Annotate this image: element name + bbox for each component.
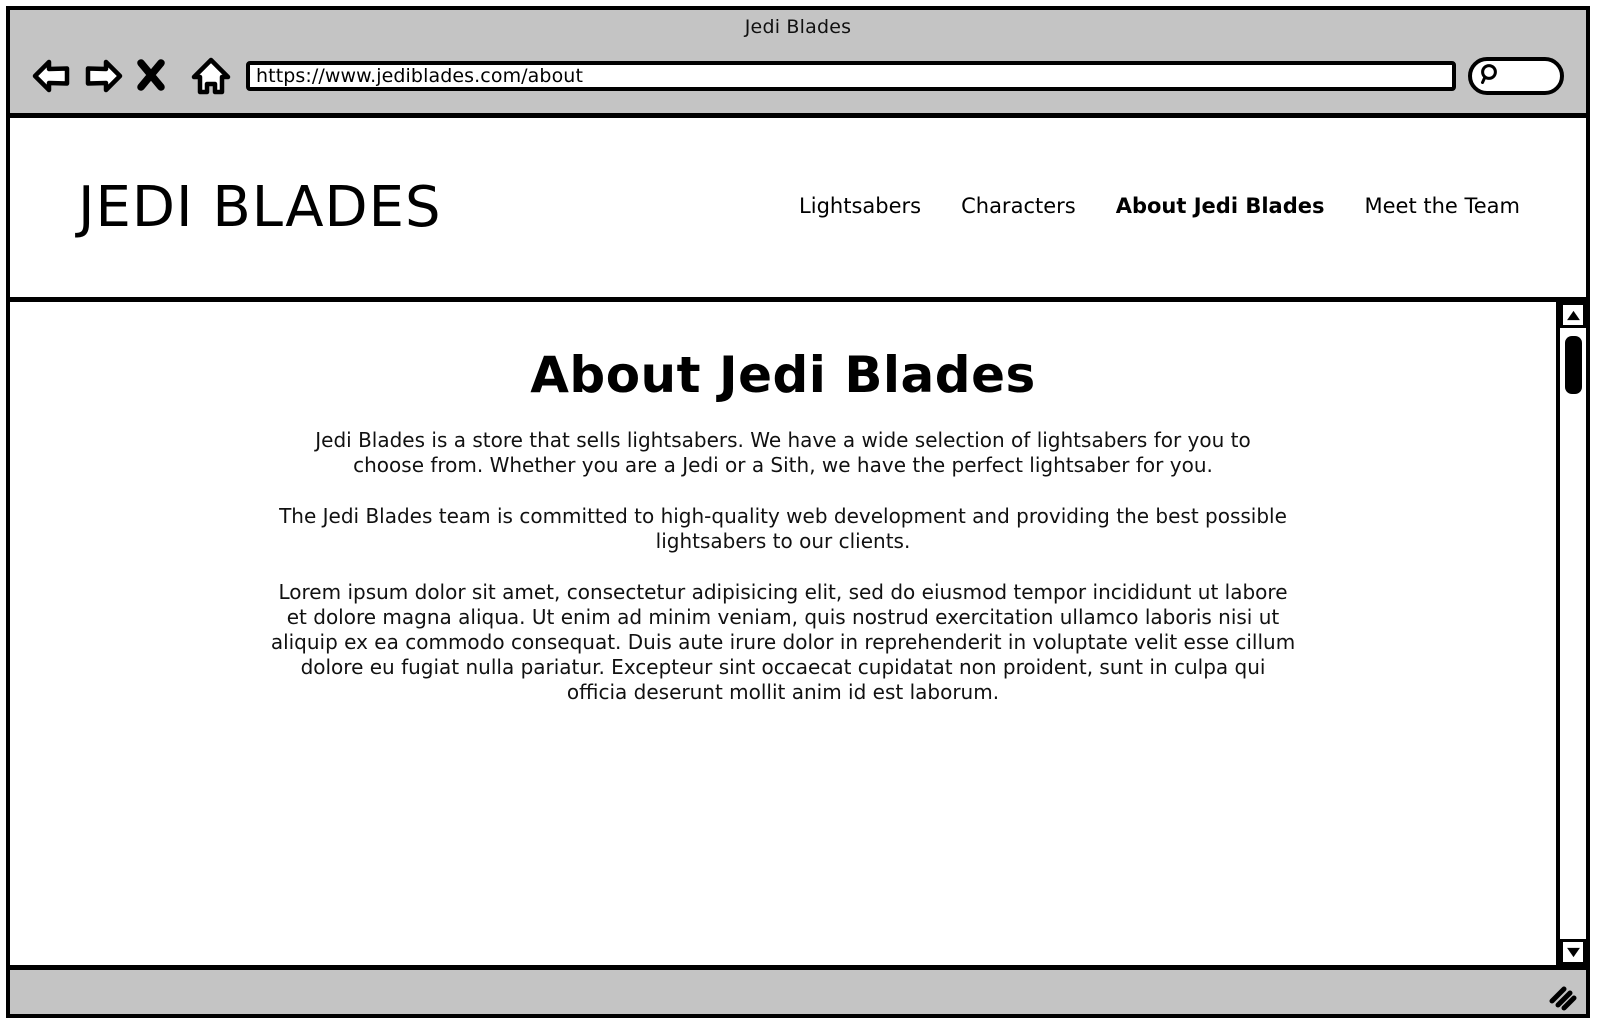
home-icon[interactable] <box>190 55 232 97</box>
forward-icon[interactable] <box>82 55 124 97</box>
content-viewport: About Jedi Blades Jedi Blades is a store… <box>10 302 1586 970</box>
triangle-down-icon <box>1566 943 1581 962</box>
scroll-track[interactable] <box>1560 328 1586 939</box>
back-icon[interactable] <box>31 55 73 97</box>
browser-chrome: Jedi Blades https://www.jediblades.com/a… <box>10 10 1586 118</box>
nav-item-lightsabers[interactable]: Lightsabers <box>799 194 921 218</box>
vertical-scrollbar[interactable] <box>1556 302 1586 965</box>
nav-item-meet-the-team[interactable]: Meet the Team <box>1364 194 1520 218</box>
url-text: https://www.jediblades.com/about <box>256 65 583 87</box>
browser-window: Jedi Blades https://www.jediblades.com/a… <box>6 6 1590 1018</box>
main-navigation: Lightsabers Characters About Jedi Blades… <box>799 194 1520 222</box>
status-bar <box>10 970 1586 1014</box>
team-paragraph: The Jedi Blades team is committed to hig… <box>279 504 1287 553</box>
window-title: Jedi Blades <box>744 16 852 38</box>
brand-logo[interactable]: JEDI BLADES <box>78 175 442 240</box>
scroll-thumb[interactable] <box>1564 336 1582 394</box>
intro-paragraph: Jedi Blades is a store that sells lights… <box>315 428 1251 477</box>
stop-icon[interactable] <box>136 55 178 97</box>
site-header: JEDI BLADES Lightsabers Characters About… <box>10 118 1586 302</box>
lorem-paragraph: Lorem ipsum dolor sit amet, consectetur … <box>270 580 1296 704</box>
scroll-up-button[interactable] <box>1560 302 1586 328</box>
page-title: About Jedi Blades <box>530 346 1036 404</box>
search-box[interactable] <box>1468 57 1564 95</box>
browser-toolbar: https://www.jediblades.com/about <box>10 46 1586 106</box>
nav-item-characters[interactable]: Characters <box>961 194 1076 218</box>
search-icon <box>1479 63 1501 89</box>
resize-grip-icon[interactable] <box>1538 979 1578 1011</box>
page-content: About Jedi Blades Jedi Blades is a store… <box>10 302 1556 965</box>
address-bar[interactable]: https://www.jediblades.com/about <box>246 61 1456 91</box>
navigation-buttons <box>10 55 232 97</box>
triangle-up-icon <box>1566 306 1581 325</box>
nav-item-about-jedi-blades[interactable]: About Jedi Blades <box>1116 194 1325 218</box>
scroll-down-button[interactable] <box>1560 939 1586 965</box>
